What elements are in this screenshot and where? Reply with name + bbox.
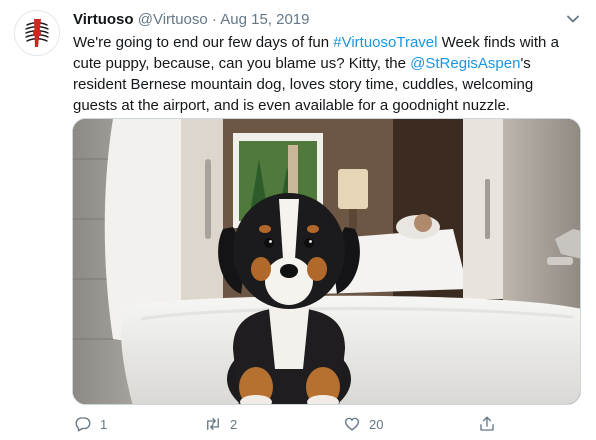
reply-button[interactable]: 1 xyxy=(74,413,107,435)
author-handle[interactable]: @Virtuoso xyxy=(138,11,208,28)
chevron-down-icon[interactable] xyxy=(566,12,580,26)
avatar[interactable] xyxy=(14,10,60,56)
retweet-button[interactable]: 2 xyxy=(204,413,237,435)
like-icon xyxy=(344,417,360,431)
retweet-count: 2 xyxy=(230,416,238,432)
reply-icon xyxy=(75,417,91,432)
reply-count: 1 xyxy=(100,416,108,432)
hashtag-link[interactable]: #VirtuosoTravel xyxy=(333,34,437,51)
retweet-icon xyxy=(207,418,219,430)
share-icon xyxy=(480,416,494,431)
separator-dot: · xyxy=(211,11,217,28)
virtuoso-logo-icon xyxy=(15,11,59,55)
tweet-date[interactable]: Aug 15, 2019 xyxy=(220,11,309,28)
like-button[interactable]: 20 xyxy=(343,413,383,435)
like-count: 20 xyxy=(369,416,384,432)
tweet-header: Virtuoso @Virtuoso · Aug 15, 2019 xyxy=(73,10,310,30)
share-button[interactable] xyxy=(478,413,496,435)
tweet-photo[interactable] xyxy=(72,118,581,405)
tweet-text-part: We're going to end our few days of fun xyxy=(73,34,334,51)
mention-link[interactable]: @StRegisAspen xyxy=(410,55,520,72)
tweet-actions: 1 2 20 xyxy=(0,413,596,437)
author-name[interactable]: Virtuoso xyxy=(73,11,134,28)
tweet-text: We're going to end our few days of fun #… xyxy=(73,32,581,116)
puppy-photo-illustration xyxy=(73,119,580,404)
